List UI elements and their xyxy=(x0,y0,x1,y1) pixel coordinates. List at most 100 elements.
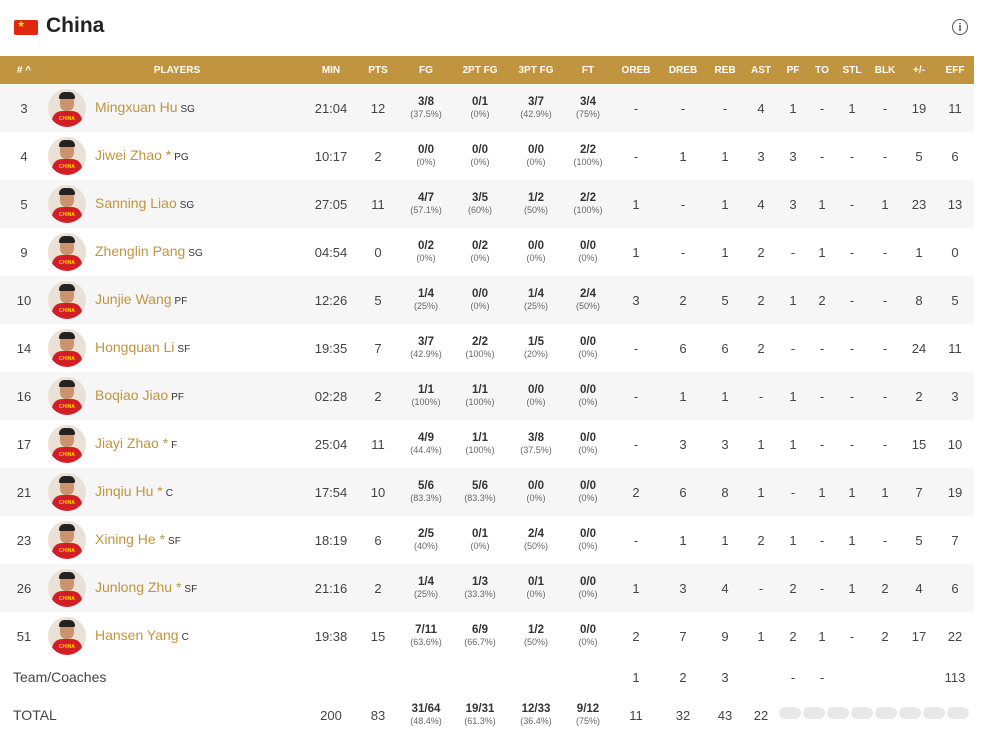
player-name-link[interactable]: Jinqiu Hu * C xyxy=(95,483,173,499)
column-header-ast[interactable]: AST xyxy=(744,56,778,84)
player-name-link[interactable]: Zhenglin Pang SG xyxy=(95,243,203,259)
player-name[interactable]: Zhenglin Pang xyxy=(95,243,185,259)
avatar-jersey-text: CHINA xyxy=(59,644,75,650)
player-name-link[interactable]: Sanning Liao SG xyxy=(95,195,194,211)
column-header-players[interactable]: PLAYERS xyxy=(48,56,306,84)
player-name-link[interactable]: Junjie Wang PF xyxy=(95,291,187,307)
player-name-link[interactable]: Boqiao Jiao PF xyxy=(95,387,184,403)
column-header-min[interactable]: MIN xyxy=(306,56,356,84)
player-name[interactable]: Mingxuan Hu xyxy=(95,99,178,115)
blk-cell: 1 xyxy=(868,180,902,228)
fg-made-attempted: 2/5 xyxy=(418,528,434,540)
total-fg3-percentage: (36.4%) xyxy=(520,716,552,726)
player-name-link[interactable]: Xining He * SF xyxy=(95,531,181,547)
oreb-cell: 1 xyxy=(612,564,660,612)
player-name[interactable]: Xining He * xyxy=(95,531,165,547)
to-cell: 1 xyxy=(808,468,836,516)
player-name-link[interactable]: Jiwei Zhao * PG xyxy=(95,147,189,163)
empty-cell xyxy=(356,660,400,694)
player-name[interactable]: Junlong Zhu * xyxy=(95,579,181,595)
player-name-link[interactable]: Mingxuan Hu SG xyxy=(95,99,195,115)
player-name[interactable]: Sanning Liao xyxy=(95,195,177,211)
ast: 1 xyxy=(757,628,765,644)
player-name-link[interactable]: Hansen Yang C xyxy=(95,627,189,643)
oreb-cell: - xyxy=(612,132,660,180)
points: 2 xyxy=(374,148,382,164)
fg3-cell: 2/4 (50%) xyxy=(508,516,564,564)
column-header-stl[interactable]: STL xyxy=(836,56,868,84)
player-name-link[interactable]: Jiayi Zhao * F xyxy=(95,435,177,451)
empty-cell xyxy=(744,660,778,694)
points-cell: 2 xyxy=(356,132,400,180)
ast-cell: 4 xyxy=(744,180,778,228)
oreb: 3 xyxy=(632,292,640,308)
pf: - xyxy=(790,340,796,356)
reb-cell: 6 xyxy=(706,324,744,372)
to: - xyxy=(819,100,825,116)
plus-minus-cell: 8 xyxy=(902,276,936,324)
oreb: - xyxy=(633,148,639,164)
info-icon[interactable]: i xyxy=(952,19,968,35)
column-header-fg[interactable]: FG xyxy=(400,56,452,84)
ft-made-attempted: 0/0 xyxy=(580,480,596,492)
column-header-pf[interactable]: PF xyxy=(778,56,808,84)
player-cell: CHINA Mingxuan Hu SG xyxy=(48,84,306,132)
fg3-cell: 0/1 (0%) xyxy=(508,564,564,612)
jersey-number-cell: 14 xyxy=(0,324,48,372)
column-header-eff[interactable]: EFF xyxy=(936,56,974,84)
player-name-link[interactable]: Hongquan Li SF xyxy=(95,339,190,355)
column-header-to[interactable]: TO xyxy=(808,56,836,84)
fg2-cell: 2/2 (100%) xyxy=(452,324,508,372)
eff-cell: 22 xyxy=(936,612,974,660)
player-name[interactable]: Hongquan Li xyxy=(95,339,174,355)
column-header-pts[interactable]: PTS xyxy=(356,56,400,84)
column-header-blk[interactable]: BLK xyxy=(868,56,902,84)
fg-cell: 7/11 (63.6%) xyxy=(400,612,452,660)
minutes: 02:28 xyxy=(314,388,348,404)
pf: 1 xyxy=(789,532,797,548)
ast-cell: 1 xyxy=(744,468,778,516)
fg3-cell: 3/7 (42.9%) xyxy=(508,84,564,132)
column-header-fg3[interactable]: 3PT FG xyxy=(508,56,564,84)
total-points-cell: 83 xyxy=(356,694,400,736)
blk-cell: - xyxy=(868,324,902,372)
jersey-number-cell: 5 xyxy=(0,180,48,228)
jersey-number-cell: 16 xyxy=(0,372,48,420)
fg-cell: 4/7 (57.1%) xyxy=(400,180,452,228)
eff-cell: 6 xyxy=(936,132,974,180)
fg2-cell: 1/3 (33.3%) xyxy=(452,564,508,612)
column-header-fg2[interactable]: 2PT FG xyxy=(452,56,508,84)
blk: - xyxy=(882,100,888,116)
player-cell: CHINA Jiayi Zhao * F xyxy=(48,420,306,468)
column-header-plus-minus[interactable]: +/- xyxy=(902,56,936,84)
player-name-link[interactable]: Junlong Zhu * SF xyxy=(95,579,197,595)
player-name[interactable]: Jiwei Zhao * xyxy=(95,147,171,163)
column-header-reb[interactable]: REB xyxy=(706,56,744,84)
ast-cell: 1 xyxy=(744,420,778,468)
column-header-oreb[interactable]: OREB xyxy=(612,56,660,84)
blk: - xyxy=(882,436,888,452)
player-name[interactable]: Jinqiu Hu * xyxy=(95,483,163,499)
jersey-number: 16 xyxy=(16,388,32,404)
player-name[interactable]: Boqiao Jiao xyxy=(95,387,168,403)
player-name[interactable]: Hansen Yang xyxy=(95,627,179,643)
reb: 8 xyxy=(721,484,729,500)
player-name[interactable]: Junjie Wang xyxy=(95,291,172,307)
player-cell: CHINA Zhenglin Pang SG xyxy=(48,228,306,276)
hair-shape xyxy=(59,188,75,195)
fg3-cell: 1/2 (50%) xyxy=(508,180,564,228)
column-header-dreb[interactable]: DREB xyxy=(660,56,706,84)
fg2-made-attempted: 0/0 xyxy=(472,288,488,300)
player-name[interactable]: Jiayi Zhao * xyxy=(95,435,168,451)
ast: 3 xyxy=(757,148,765,164)
ft-cell: 0/0 (0%) xyxy=(564,516,612,564)
to-cell: 1 xyxy=(808,612,836,660)
column-header-ft[interactable]: FT xyxy=(564,56,612,84)
total-ft-cell: 9/12 (75%) xyxy=(564,694,612,736)
eff-cell: 19 xyxy=(936,468,974,516)
column-header-sort-number[interactable]: # ^ xyxy=(0,56,48,84)
player-position: SF xyxy=(168,536,181,547)
stl: - xyxy=(849,388,855,404)
ast: 4 xyxy=(757,100,765,116)
oreb: 1 xyxy=(632,196,640,212)
